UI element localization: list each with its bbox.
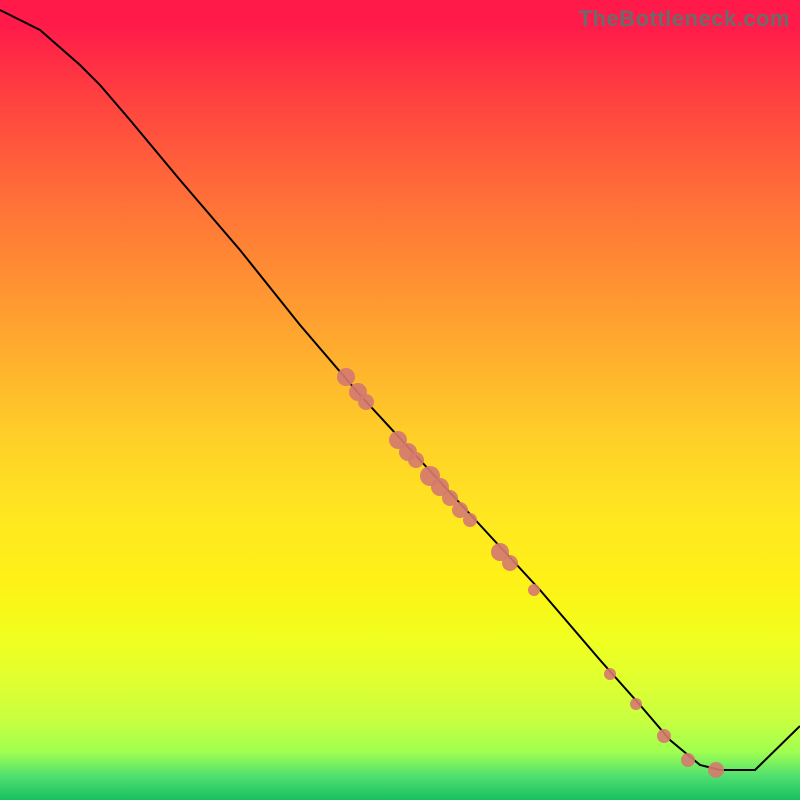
background-gradient — [0, 0, 800, 800]
watermark-text: TheBottleneck.com — [579, 6, 790, 32]
chart-container: TheBottleneck.com — [0, 0, 800, 800]
